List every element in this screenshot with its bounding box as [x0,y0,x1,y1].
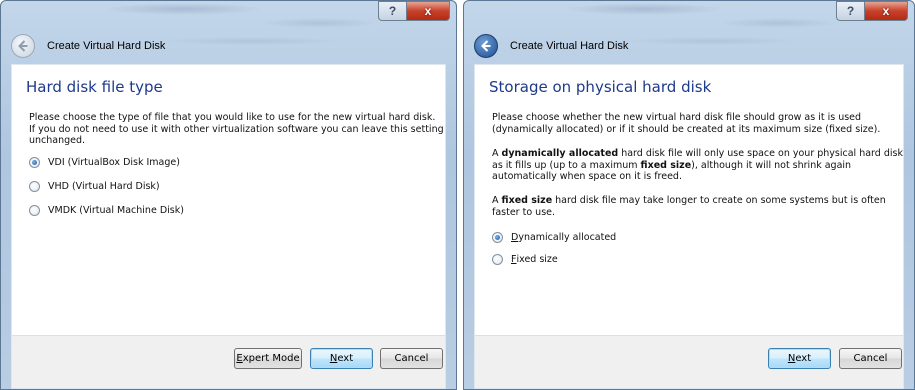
button-label: ext [337,353,354,364]
mnemonic: N [787,353,796,364]
radio-fixed-size[interactable]: Fixed size [492,254,558,265]
help-button[interactable]: ? [836,1,864,21]
wizard-header: Create Virtual Hard Disk [474,34,628,58]
bold-term: dynamically allocated [501,148,619,159]
next-button[interactable]: Next [768,348,831,369]
description-text: Please choose whether the new virtual ha… [492,112,881,135]
radio-vmdk[interactable]: VMDK (Virtual Machine Disk) [29,205,184,216]
radio-label: VHD (Virtual Hard Disk) [48,181,160,192]
mnemonic: N [329,353,338,364]
close-button[interactable]: x [864,1,908,21]
wizard-content: Hard disk file type Please choose the ty… [11,64,446,389]
radio-label: VDI (VirtualBox Disk Image) [48,157,180,168]
radio-unselected-icon[interactable] [492,254,503,265]
button-bar: Next Cancel [475,335,903,388]
close-button[interactable]: x [406,1,450,21]
fixed-size-text: A fixed size hard disk file may take lon… [492,195,904,218]
radio-dynamically-allocated[interactable]: Dynamically allocated [492,232,616,243]
button-bar: Expert Mode Next Cancel [12,335,445,388]
page-title: Storage on physical hard disk [489,78,712,96]
text-run: A [492,195,502,206]
radio-vhd[interactable]: VHD (Virtual Hard Disk) [29,181,160,192]
radio-vdi[interactable]: VDI (VirtualBox Disk Image) [29,157,180,168]
text-run: hard disk file may take longer to create… [492,195,886,218]
hard-disk-file-type-dialog: ? x Create Virtual Hard Disk Hard disk f… [0,0,457,390]
wizard-header: Create Virtual Hard Disk [11,34,165,58]
description-text: Please choose the type of file that you … [29,112,444,146]
wizard-content: Storage on physical hard disk Please cho… [474,64,904,389]
dynamic-allocation-text: A dynamically allocated hard disk file w… [492,148,904,183]
button-label: xpert Mode [242,353,300,364]
window-title: Create Virtual Hard Disk [510,40,629,52]
radio-selected-icon[interactable] [29,157,40,168]
button-label: ext [795,353,812,364]
storage-on-physical-hard-disk-dialog: ? x Create Virtual Hard Disk Storage on … [463,0,915,390]
text-run: A [492,148,502,159]
next-button[interactable]: Next [310,348,373,369]
back-button[interactable] [11,34,35,58]
bold-term: fixed size [501,195,553,206]
back-button[interactable] [474,34,498,58]
expert-mode-button[interactable]: Expert Mode [234,348,302,369]
radio-unselected-icon[interactable] [29,181,40,192]
help-button[interactable]: ? [378,1,406,21]
radio-label: VMDK (Virtual Machine Disk) [48,205,184,216]
radio-unselected-icon[interactable] [29,205,40,216]
back-arrow-icon [18,40,28,52]
cancel-button[interactable]: Cancel [380,348,443,369]
caption-buttons: ? x [378,1,450,21]
mnemonic: D [511,232,519,243]
radio-label: ynamically allocated [518,232,617,243]
caption-buttons: ? x [836,1,908,21]
page-title: Hard disk file type [26,78,163,96]
radio-selected-icon[interactable] [492,232,503,243]
window-title: Create Virtual Hard Disk [47,40,166,52]
bold-term: fixed size [640,159,692,171]
cancel-button[interactable]: Cancel [839,348,902,369]
back-arrow-icon [481,40,491,52]
radio-label: ixed size [516,254,558,265]
